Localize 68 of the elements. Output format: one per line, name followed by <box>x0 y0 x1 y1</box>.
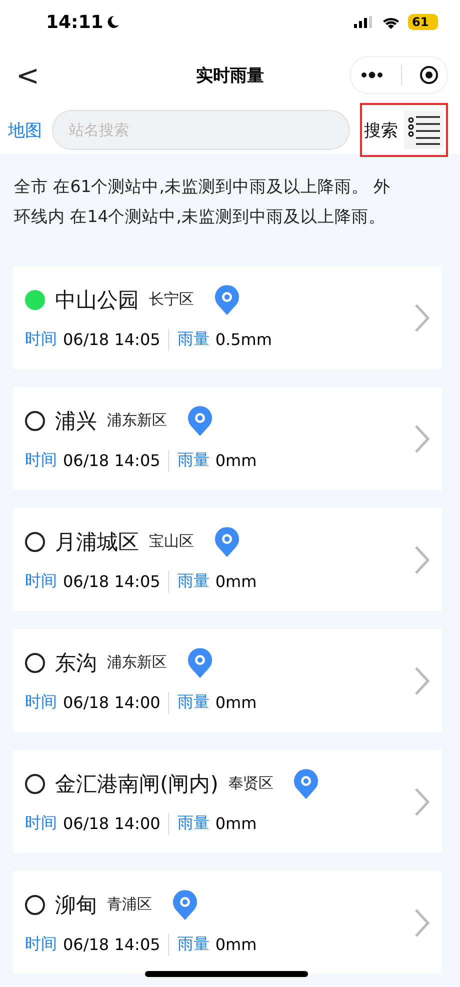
clock-time: 14:11 <box>46 12 104 32</box>
location-pin-icon[interactable] <box>293 768 320 798</box>
station-name: 中山公园 <box>55 286 139 314</box>
time-label: 时间 <box>25 934 57 955</box>
rainfall-label: 雨量 <box>177 813 210 834</box>
time-value: 06/18 14:00 <box>63 693 160 712</box>
district-name: 浦东新区 <box>107 653 167 672</box>
time-label: 时间 <box>25 692 57 713</box>
chevron-right-icon <box>414 786 430 816</box>
rainfall-label: 雨量 <box>177 450 210 471</box>
chevron-right-icon <box>414 544 430 574</box>
station-name: 泖甸 <box>55 892 97 918</box>
rainfall-label: 雨量 <box>177 329 210 350</box>
station-card[interactable]: 东沟 浦东新区 时间 06/18 14:00 雨量 0mm <box>13 629 442 732</box>
rainfall-value: 0.5mm <box>215 330 272 349</box>
station-name: 月浦城区 <box>55 528 139 556</box>
rainfall-value: 0mm <box>215 814 257 833</box>
district-name: 奉贤区 <box>228 774 274 793</box>
time-label: 时间 <box>25 329 57 350</box>
time-label: 时间 <box>25 450 57 471</box>
station-name: 金汇港南闸(闸内) <box>55 770 218 798</box>
wifi-icon <box>382 16 400 28</box>
map-link[interactable]: 地图 <box>8 118 42 142</box>
chevron-right-icon <box>414 666 430 696</box>
station-name: 浦兴 <box>55 408 97 434</box>
time-label: 时间 <box>25 571 57 592</box>
station-card[interactable]: 金汇港南闸(闸内) 奉贤区 时间 06/18 14:00 雨量 0mm <box>13 750 442 853</box>
district-name: 青浦区 <box>107 895 152 914</box>
location-pin-icon[interactable] <box>187 648 213 678</box>
district-name: 浦东新区 <box>107 411 167 430</box>
rainfall-value: 0mm <box>215 935 257 954</box>
location-pin-icon[interactable] <box>214 526 240 556</box>
district-name: 长宁区 <box>149 290 194 309</box>
close-icon[interactable] <box>418 65 438 85</box>
battery-level: 61 <box>408 14 438 30</box>
rainfall-value: 0mm <box>215 572 257 591</box>
district-name: 宝山区 <box>149 532 194 551</box>
time-value: 06/18 14:00 <box>63 814 160 833</box>
more-icon[interactable] <box>360 71 384 79</box>
rainfall-label: 雨量 <box>177 934 210 955</box>
chevron-right-icon <box>414 908 430 938</box>
search-field[interactable]: 站名搜索 <box>52 110 350 150</box>
time-value: 06/18 14:05 <box>63 330 160 349</box>
signal-icon <box>354 16 374 28</box>
time-value: 06/18 14:05 <box>63 935 160 954</box>
rainfall-label: 雨量 <box>177 571 210 592</box>
station-card[interactable]: 浦兴 浦东新区 时间 06/18 14:05 雨量 0mm <box>13 387 442 490</box>
time-label: 时间 <box>25 813 57 834</box>
moon-icon <box>106 15 120 29</box>
station-name: 东沟 <box>55 650 97 676</box>
rainfall-value: 0mm <box>215 693 257 712</box>
location-pin-icon[interactable] <box>214 284 240 314</box>
location-pin-icon[interactable] <box>187 406 213 436</box>
summary-text: 全市 在61个测站中,未监测到中雨及以上降雨。 外环线内 在14个测站中,未监测到中雨及以上降雨。 <box>14 176 392 228</box>
search-button[interactable]: 搜索 <box>364 118 398 142</box>
page-title: 实时雨量 <box>196 64 264 86</box>
chevron-right-icon <box>414 424 430 454</box>
chevron-right-icon <box>414 302 430 332</box>
rainfall-value: 0mm <box>215 451 257 470</box>
location-pin-icon[interactable] <box>172 890 198 920</box>
station-card[interactable]: 泖甸 青浦区 时间 06/18 14:05 雨量 0mm <box>13 871 442 974</box>
station-card[interactable]: 月浦城区 宝山区 时间 06/18 14:05 雨量 0mm <box>13 508 442 611</box>
time-value: 06/18 14:05 <box>63 572 160 591</box>
station-card[interactable]: 中山公园 长宁区 时间 06/18 14:05 雨量 0.5mm <box>13 266 442 369</box>
rainfall-label: 雨量 <box>177 692 210 713</box>
list-icon[interactable] <box>404 111 444 149</box>
back-button[interactable]: < <box>12 58 44 92</box>
time-value: 06/18 14:05 <box>63 451 160 470</box>
